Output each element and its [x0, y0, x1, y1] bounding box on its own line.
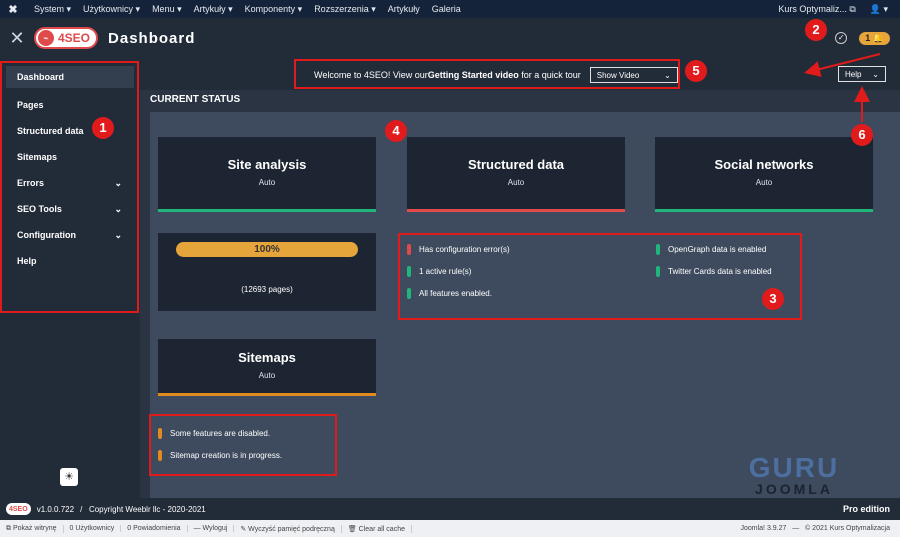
menu-components[interactable]: Komponenty ▾	[245, 4, 303, 15]
annotation-number-6: 6	[851, 124, 873, 146]
annotation-box-sitemap-status	[149, 414, 337, 476]
progress-bar: 100%	[176, 242, 358, 257]
menu-articles-link[interactable]: Artykuły	[388, 4, 420, 15]
admin-menu: System ▾ Użytkownicy ▾ Menu ▾ Artykuły ▾…	[26, 4, 461, 15]
annotation-number-2: 2	[805, 19, 827, 41]
menu-users[interactable]: Użytkownicy ▾	[83, 4, 140, 15]
annotation-number-3: 3	[762, 288, 784, 310]
clear-all-cache-link[interactable]: 🗑 Clear all cache	[342, 524, 412, 533]
guru-joomla-watermark: GURU JOOMLA	[748, 452, 840, 497]
pulse-icon: ⌁	[38, 30, 54, 46]
card-structured-data[interactable]: Structured data Auto	[407, 137, 625, 212]
close-icon[interactable]: ✕	[0, 28, 34, 49]
annotation-box-sidebar	[0, 61, 139, 313]
card-sitemaps[interactable]: Sitemaps Auto	[158, 339, 376, 396]
status-bar	[158, 209, 376, 212]
joomla-status-bar: ⧉ Pokaż witrynę 0 Użytkownicy 0 Powiadom…	[0, 520, 900, 537]
clear-cache-link[interactable]: ✎ Wyczyść pamięć podręczną	[234, 524, 342, 533]
chevron-down-icon: ⌄	[872, 69, 879, 79]
status-bar	[407, 209, 625, 212]
card-site-analysis[interactable]: Site analysis Auto	[158, 137, 376, 212]
annotation-box-features	[398, 233, 802, 320]
app-footer: 4SEO v1.0.0.722 / Copyright Weeblr llc -…	[0, 498, 900, 520]
theme-toggle-button[interactable]: ☀	[60, 468, 78, 486]
copyright: / Copyright Weeblr llc - 2020-2021	[80, 504, 206, 514]
annotation-number-1: 1	[92, 117, 114, 139]
edition-label: Pro edition	[843, 504, 890, 514]
status-bar	[655, 209, 873, 212]
help-button[interactable]: Help ⌄	[838, 66, 886, 82]
menu-gallery[interactable]: Galeria	[432, 4, 461, 15]
joomla-admin-bar: ✖ System ▾ Użytkownicy ▾ Menu ▾ Artykuły…	[0, 0, 900, 18]
section-title: CURRENT STATUS	[150, 94, 241, 105]
view-site-link[interactable]: ⧉ Pokaż witrynę	[0, 524, 64, 533]
menu-menu[interactable]: Menu ▾	[152, 4, 182, 15]
footer-logo: 4SEO	[6, 503, 31, 515]
version: v1.0.0.722	[36, 504, 75, 514]
joomla-version: Joomla! 3.9.27 — © 2021 Kurs Optymalizac…	[740, 525, 890, 532]
status-bar	[158, 393, 376, 396]
user-menu[interactable]: 👤 ▾	[870, 4, 888, 15]
annotation-box-welcome	[294, 59, 680, 89]
annotation-number-5: 5	[685, 60, 707, 82]
site-link[interactable]: Kurs Optymaliz... ⧉	[778, 4, 855, 15]
menu-extensions[interactable]: Rozszerzenia ▾	[314, 4, 376, 15]
pages-count: (12693 pages)	[241, 285, 293, 294]
4seo-logo: ⌁ 4SEO	[34, 27, 99, 49]
analysis-progress-card: 100% (12693 pages)	[158, 233, 376, 311]
annotation-number-4: 4	[385, 120, 407, 142]
card-social-networks[interactable]: Social networks Auto	[655, 137, 873, 212]
joomla-logo-icon[interactable]: ✖	[0, 3, 26, 16]
menu-system[interactable]: System ▾	[34, 4, 71, 15]
check-icon[interactable]: ✓	[835, 32, 848, 44]
logout-link[interactable]: — Wyloguj	[188, 525, 235, 532]
app-header: ✕ ⌁ 4SEO Dashboard ✓ 1 🔔	[0, 18, 900, 58]
logo-text: 4SEO	[58, 31, 91, 45]
menu-articles[interactable]: Artykuły ▾	[194, 4, 233, 15]
page-title: Dashboard	[108, 29, 196, 47]
users-link[interactable]: 0 Użytkownicy	[64, 525, 122, 532]
notifications-link[interactable]: 0 Powiadomienia	[121, 525, 188, 532]
notifications-button[interactable]: 1 🔔	[859, 31, 890, 45]
